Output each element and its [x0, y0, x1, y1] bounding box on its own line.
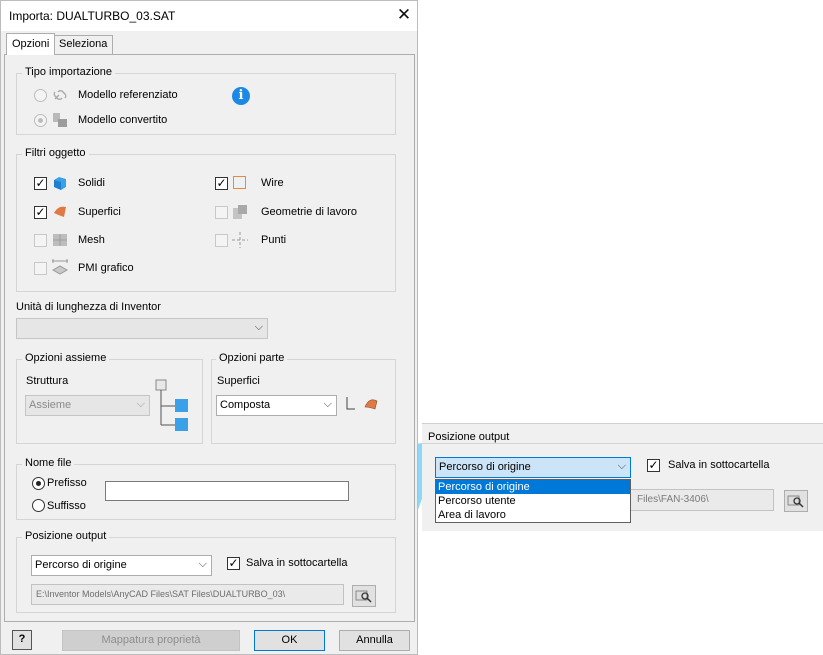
combo-superfici-value: Composta [220, 399, 271, 411]
zoom-posizione-label: Posizione output [428, 431, 510, 443]
browse-button[interactable] [352, 585, 376, 607]
help-button[interactable]: ? [12, 630, 32, 650]
info-icon[interactable]: i [232, 87, 250, 105]
tab-opzioni[interactable]: Opzioni [6, 33, 56, 55]
zoom-posizione-output: Posizione output Percorso di origine ⌵ ✓… [422, 423, 823, 531]
zoom-label-salva: Salva in sottocartella [668, 459, 770, 471]
pmi-icon [51, 259, 69, 275]
group-filtri-oggetto [16, 154, 396, 292]
combo-superfici[interactable]: Composta ⌵ [216, 395, 337, 416]
label-geometrie-lavoro: Geometrie di lavoro [261, 206, 357, 218]
mappatura-proprieta-button[interactable]: Mappatura proprietà [62, 630, 240, 651]
browse-magnifier-icon [787, 495, 804, 508]
dropdown-posizione-list: Percorso di origine Percorso utente Area… [435, 479, 631, 523]
checkbox-pmi-grafico[interactable] [34, 262, 47, 275]
checkbox-geometrie-lavoro[interactable] [215, 206, 228, 219]
combo-posizione-value: Percorso di origine [35, 559, 127, 571]
assembly-tree-icon [155, 379, 188, 431]
label-suffisso: Suffisso [47, 500, 86, 512]
label-modello-referenziato: Modello referenziato [78, 89, 178, 101]
link-chain-icon [53, 90, 67, 100]
radio-modello-convertito[interactable] [34, 114, 47, 127]
mesh-icon [53, 234, 67, 246]
group-tipo-importazione [16, 73, 396, 135]
tab-seleziona[interactable]: Seleziona [53, 35, 114, 54]
label-superfici: Superfici [78, 206, 121, 218]
label-wire: Wire [261, 177, 284, 189]
zoom-checkbox-salva[interactable]: ✓ [647, 459, 660, 472]
dropdown-option-area-lavoro[interactable]: Area di lavoro [436, 508, 630, 522]
label-salva-sottocartella: Salva in sottocartella [246, 557, 348, 569]
zoom-group-border [422, 443, 823, 444]
label-punti: Punti [261, 234, 287, 246]
chevron-down-icon: ⌵ [617, 460, 626, 472]
radio-modello-referenziato[interactable] [34, 89, 47, 102]
import-dialog: Importa: DUALTURBO_03.SAT ✕ Opzioni Sele… [0, 0, 418, 655]
work-geometry-icon [233, 205, 247, 219]
checkbox-salva-sottocartella[interactable]: ✓ [227, 557, 240, 570]
label-pmi-grafico: PMI grafico [78, 262, 134, 274]
group-assieme-label: Opzioni assieme [22, 352, 110, 364]
label-prefisso: Prefisso [47, 477, 87, 489]
group-parte-label: Opzioni parte [216, 352, 288, 364]
chevron-down-icon: ⌵ [254, 321, 263, 333]
dropdown-option-percorso-origine[interactable]: Percorso di origine [436, 480, 630, 494]
label-solidi: Solidi [78, 177, 105, 189]
title-bar: Importa: DUALTURBO_03.SAT ✕ [1, 1, 417, 31]
composite-surface-icon [346, 397, 378, 410]
output-path-field[interactable]: E:\Inventor Models\AnyCAD Files\SAT File… [31, 584, 344, 605]
chevron-down-icon: ⌵ [136, 398, 145, 410]
radio-suffisso[interactable] [32, 499, 45, 512]
label-struttura: Struttura [26, 375, 69, 387]
dropdown-option-percorso-utente[interactable]: Percorso utente [436, 494, 630, 508]
group-nome-file-label: Nome file [22, 457, 75, 469]
filename-input[interactable] [105, 481, 349, 501]
checkbox-mesh[interactable] [34, 234, 47, 247]
combo-struttura-value: Assieme [29, 399, 72, 411]
window-title: Importa: DUALTURBO_03.SAT [9, 9, 176, 23]
surface-icon [54, 206, 66, 217]
label-modello-convertito: Modello convertito [78, 114, 168, 126]
combo-struttura[interactable]: Assieme ⌵ [25, 395, 150, 416]
group-posizione-label: Posizione output [22, 530, 110, 542]
zoom-path-field[interactable]: Files\FAN-3406\ [622, 489, 774, 511]
label-superfici-parte: Superfici [217, 375, 260, 387]
checkbox-superfici[interactable]: ✓ [34, 206, 47, 219]
solid-cube-icon [54, 177, 66, 190]
label-unita-lunghezza: Unità di lunghezza di Inventor [16, 301, 161, 313]
converted-model-icon [53, 113, 67, 127]
chevron-down-icon: ⌵ [198, 558, 207, 570]
point-icon [232, 232, 248, 248]
label-mesh: Mesh [78, 234, 105, 246]
group-tipo-label: Tipo importazione [22, 66, 116, 78]
checkbox-wire[interactable]: ✓ [215, 177, 228, 190]
group-filtri-label: Filtri oggetto [22, 147, 89, 159]
combo-posizione-output[interactable]: Percorso di origine ⌵ [31, 555, 212, 576]
radio-prefisso[interactable] [32, 477, 45, 490]
close-icon[interactable]: ✕ [393, 4, 415, 26]
chevron-down-icon: ⌵ [323, 398, 332, 410]
combo-unita-lunghezza[interactable]: ⌵ [16, 318, 268, 339]
ok-button[interactable]: OK [254, 630, 325, 651]
wire-square-icon [233, 176, 246, 189]
checkbox-solidi[interactable]: ✓ [34, 177, 47, 190]
annulla-button[interactable]: Annulla [339, 630, 410, 651]
zoom-browse-button[interactable] [784, 490, 808, 512]
browse-magnifier-icon [355, 590, 372, 603]
zoom-combo-posizione[interactable]: Percorso di origine ⌵ [435, 457, 631, 478]
zoom-combo-value: Percorso di origine [439, 461, 531, 473]
checkbox-punti[interactable] [215, 234, 228, 247]
